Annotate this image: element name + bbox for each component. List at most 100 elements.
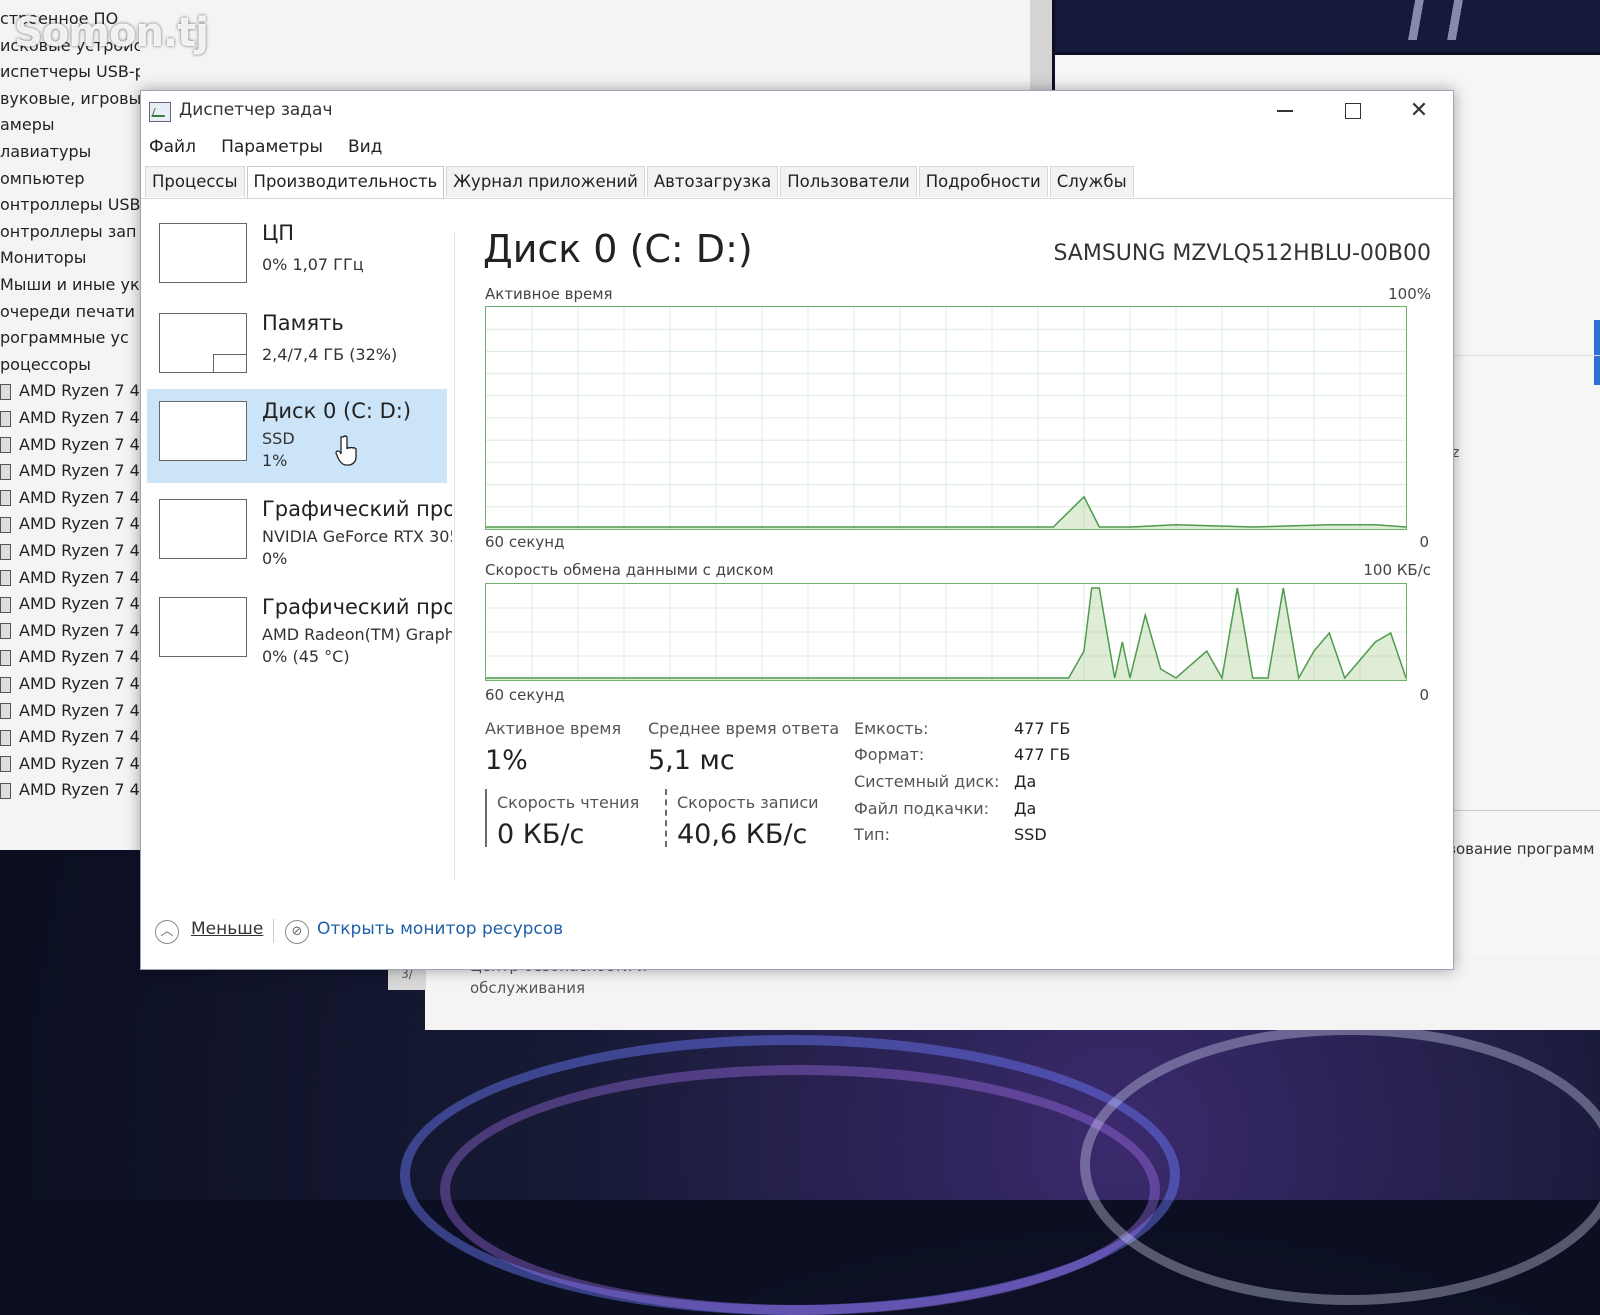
device-manager-category[interactable]: вуковые, игровые (0, 86, 140, 112)
active-time-stat-value: 1% (485, 745, 528, 776)
processor-icon (0, 597, 11, 613)
processor-icon (0, 411, 11, 427)
device-manager-category[interactable]: Мыши и иные ука (0, 272, 140, 298)
read-speed-marker (485, 789, 487, 847)
read-speed-value: 0 КБ/с (497, 819, 584, 850)
tab-services[interactable]: Службы (1050, 166, 1134, 197)
tab-details[interactable]: Подробности (919, 166, 1048, 197)
gpu1-thumbnail-graph (159, 597, 247, 657)
active-time-chart-max: 100% (1388, 285, 1431, 303)
device-manager-category[interactable]: омпьютер (0, 166, 140, 192)
disk-thumbnail-graph (159, 401, 247, 461)
device-manager-cpu-item[interactable]: AMD Ryzen 7 4 (0, 485, 140, 511)
background-wallpaper-top (1055, 0, 1600, 52)
blue-edge (1594, 320, 1600, 385)
performance-sidebar: ЦП 0% 1,07 ГГц Память 2,4/7,4 ГБ (32%) Д… (147, 211, 447, 911)
device-manager-cpu-item[interactable]: AMD Ryzen 7 4 (0, 378, 140, 404)
sidebar-item-cpu[interactable]: ЦП 0% 1,07 ГГц (147, 211, 447, 305)
system-disk-label: Системный диск: (854, 772, 1000, 791)
active-time-chart (485, 306, 1407, 530)
transfer-chart-max: 100 КБ/с (1363, 561, 1431, 579)
resource-monitor-icon[interactable]: ⊘ (285, 920, 309, 944)
device-manager-category[interactable]: лавиатуры (0, 139, 140, 165)
device-manager-category[interactable]: онтроллеры USB (0, 192, 140, 218)
device-manager-cpu-item[interactable]: AMD Ryzen 7 4 (0, 618, 140, 644)
processor-icon (0, 677, 11, 693)
close-button[interactable]: ✕ (1387, 91, 1451, 131)
sidebar-divider (454, 231, 455, 881)
tab-users[interactable]: Пользователи (780, 166, 917, 197)
menu-bar: Файл Параметры Вид (141, 133, 394, 161)
device-manager-cpu-item[interactable]: AMD Ryzen 7 4 (0, 538, 140, 564)
device-manager-cpu-item[interactable]: AMD Ryzen 7 4 (0, 724, 140, 750)
tab-processes[interactable]: Процессы (145, 166, 245, 197)
sidebar-item-gpu1[interactable]: Графический процессор AMD Radeon(TM) Gra… (147, 585, 447, 679)
write-speed-marker (665, 789, 667, 847)
sidebar-item-disk0[interactable]: Диск 0 (C: D:) SSD 1% (147, 389, 447, 483)
read-speed-label: Скорость чтения (497, 793, 639, 812)
menu-file[interactable]: Файл (149, 133, 196, 161)
device-manager-cpu-item[interactable]: AMD Ryzen 7 4 (0, 511, 140, 537)
format-label: Формат: (854, 745, 924, 764)
avg-response-label: Среднее время ответа (648, 719, 839, 738)
sidebar-item-detail: 2,4/7,4 ГБ (32%) (262, 345, 452, 364)
processor-icon (0, 464, 11, 480)
system-disk-value: Да (1014, 772, 1036, 791)
sidebar-item-name: Память (262, 311, 452, 335)
close-icon: ✕ (1410, 98, 1428, 123)
device-manager-cpu-item[interactable]: AMD Ryzen 7 4 (0, 751, 140, 777)
sidebar-item-gpu0[interactable]: Графический процессор NVIDIA GeForce RTX… (147, 487, 447, 581)
device-manager-category[interactable]: онтроллеры зап (0, 219, 140, 245)
transfer-chart-xright: 0 (1419, 686, 1429, 704)
device-manager-cpu-item[interactable]: AMD Ryzen 7 4 (0, 405, 140, 431)
device-manager-cpu-item[interactable]: AMD Ryzen 7 4 (0, 432, 140, 458)
device-manager-category[interactable]: очереди печати (0, 299, 140, 325)
disk-title: Диск 0 (C: D:) (483, 227, 753, 271)
title-bar[interactable]: Диспетчер задач ✕ (141, 91, 1453, 131)
minimize-button[interactable] (1253, 91, 1317, 131)
tab-performance[interactable]: Производительность (247, 166, 445, 199)
cpu-thumbnail-graph (159, 223, 247, 283)
open-resource-monitor-link[interactable]: Открыть монитор ресурсов (317, 919, 563, 939)
gpu0-thumbnail-graph (159, 499, 247, 559)
processor-icon (0, 623, 11, 639)
device-manager-category[interactable]: Мониторы (0, 245, 140, 271)
menu-view[interactable]: Вид (348, 133, 382, 161)
footer: ︿ Меньше ⊘ Открыть монитор ресурсов (141, 899, 1453, 969)
hand-cursor-icon (335, 435, 359, 467)
sidebar-item-name: Диск 0 (C: D:) (262, 399, 452, 423)
active-time-stat-label: Активное время (485, 719, 621, 738)
sidebar-item-memory[interactable]: Память 2,4/7,4 ГБ (32%) (147, 301, 447, 395)
fewer-details-link[interactable]: Меньше (191, 919, 263, 939)
tab-app-history[interactable]: Журнал приложений (446, 166, 645, 197)
device-manager-cpu-item[interactable]: AMD Ryzen 7 4 (0, 591, 140, 617)
disk-model: SAMSUNG MZVLQ512HBLU-00B00 (1053, 241, 1431, 266)
processor-icon (0, 730, 11, 746)
type-label: Тип: (854, 825, 890, 844)
page-file-label: Файл подкачки: (854, 799, 989, 818)
memory-thumbnail-graph (159, 313, 247, 373)
device-manager-cpu-item[interactable]: AMD Ryzen 7 4 (0, 777, 140, 803)
device-manager-cpu-item[interactable]: AMD Ryzen 7 4 (0, 671, 140, 697)
sidebar-item-name: Графический процессор (262, 595, 452, 619)
processor-icon (0, 783, 11, 799)
disk-properties: Емкость: 477 ГБ Формат: 477 ГБ Системный… (854, 719, 1114, 859)
maximize-button[interactable] (1321, 91, 1385, 131)
menu-options[interactable]: Параметры (221, 133, 323, 161)
chevron-up-icon[interactable]: ︿ (155, 920, 179, 944)
task-manager-window: Диспетчер задач ✕ Файл Параметры Вид Про… (140, 90, 1454, 970)
device-manager-scrollbar[interactable] (1030, 0, 1052, 90)
device-manager-cpu-item[interactable]: AMD Ryzen 7 4 (0, 458, 140, 484)
device-manager-cpu-item[interactable]: AMD Ryzen 7 4 (0, 565, 140, 591)
device-manager-category[interactable]: рограммные ус (0, 325, 140, 351)
device-manager-category[interactable]: амеры (0, 112, 140, 138)
device-manager-category[interactable]: испетчеры USB-разъема (0, 59, 140, 85)
processor-icon (0, 384, 11, 400)
tab-startup[interactable]: Автозагрузка (647, 166, 778, 197)
background-rgb-rings (380, 1005, 1600, 1200)
device-manager-cpu-item[interactable]: AMD Ryzen 7 4 (0, 698, 140, 724)
device-manager-cpu-item[interactable]: AMD Ryzen 7 4 (0, 644, 140, 670)
processor-icon (0, 703, 11, 719)
sidebar-item-model: AMD Radeon(TM) Graphics (262, 625, 452, 644)
device-manager-category[interactable]: роцессоры (0, 352, 140, 378)
